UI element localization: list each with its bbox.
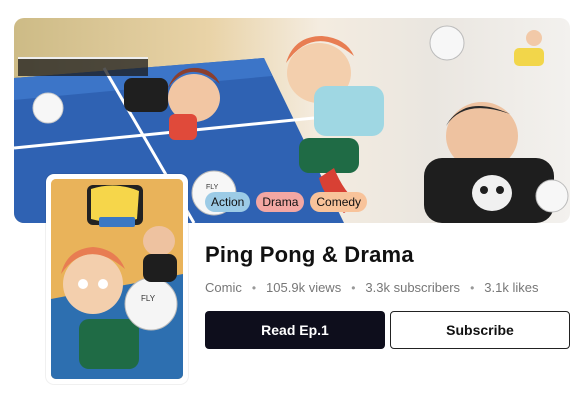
likes-count: 3.1k likes xyxy=(484,280,539,295)
meta-separator: • xyxy=(470,280,475,295)
category-label: Comic xyxy=(205,280,242,295)
cover-illustration: FLY xyxy=(51,179,183,379)
read-episode-button[interactable]: Read Ep.1 xyxy=(205,311,385,349)
views-count: 105.9k views xyxy=(266,280,342,295)
genre-tags: Action Drama Comedy xyxy=(205,192,368,212)
cover-card: FLY xyxy=(46,174,188,384)
series-meta: Comic • 105.9k views • 3.3k subscribers … xyxy=(205,280,538,295)
svg-text:FLY: FLY xyxy=(206,184,219,191)
cover-image: FLY xyxy=(51,179,183,379)
series-title: Ping Pong & Drama xyxy=(205,242,414,267)
subscribe-button[interactable]: Subscribe xyxy=(390,311,570,349)
meta-separator: • xyxy=(351,280,356,295)
tag-comedy[interactable]: Comedy xyxy=(310,192,368,212)
subscribers-count: 3.3k subscribers xyxy=(365,280,461,295)
meta-separator: • xyxy=(251,280,257,295)
tag-drama[interactable]: Drama xyxy=(256,192,305,212)
svg-text:FLY: FLY xyxy=(141,294,156,303)
tag-action[interactable]: Action xyxy=(205,192,251,212)
